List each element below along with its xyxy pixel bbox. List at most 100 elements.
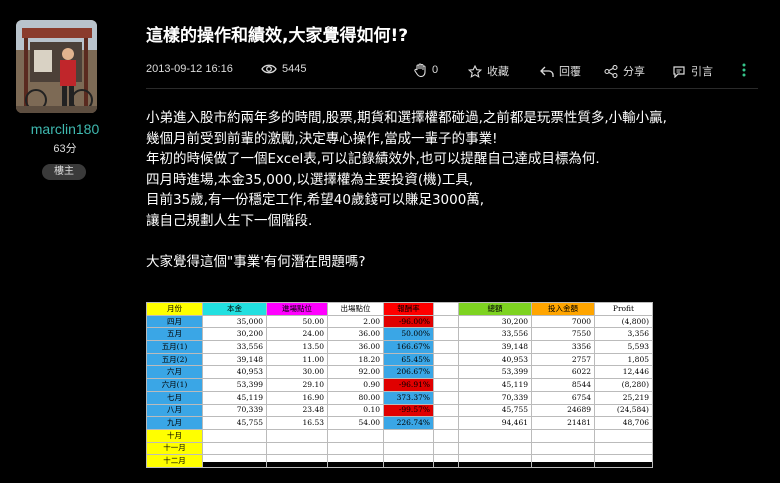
exit-price-cell: 80.00: [327, 390, 384, 405]
author-panel: marclin180 63分 樓主: [0, 0, 130, 483]
table-row: 六月(1) 53,399 29.10 0.90 -96.91% 45,119 8544 (8,…: [146, 378, 653, 392]
table-row: 十二月: [146, 454, 653, 468]
total-cell: 30,200: [458, 314, 532, 329]
profit-cell: 1,805: [594, 352, 653, 367]
avatar-photo: [16, 20, 97, 113]
share-icon: [604, 64, 618, 78]
profit-cell: (8,280): [594, 378, 653, 392]
table-row: 六月 40,953 30.00 92.00 206.67% 53,399 6022 12,44…: [146, 365, 653, 380]
entry-price-cell: 13.50: [266, 340, 328, 354]
entry-price-cell: [266, 454, 328, 468]
exit-price-cell: 18.20: [327, 352, 384, 367]
post-body-line: 幾個月前受到前輩的激勵,決定專心操作,當成一輩子的事業!: [146, 130, 498, 147]
quote-button[interactable]: 引言: [672, 63, 713, 79]
table-row: 五月(1) 33,556 13.50 36.00 166.67% 39,148 3356 5,…: [146, 340, 653, 354]
views-count: 5445: [261, 63, 306, 75]
table-body: 四月 35,000 50.00 2.00 -96.00% 30,200 7000 (4,800…: [146, 314, 653, 468]
performance-table: 月份 本金 進場點位 出場點位 報酬率 總額 投入金額 Profit 四月 35,000 50.0…: [146, 302, 653, 468]
spacer-cell: [433, 441, 459, 456]
entry-price-cell: 29.10: [266, 378, 328, 392]
table-row: 七月 45,119 16.90 80.00 373.37% 70,339 6754 25,21…: [146, 390, 653, 405]
profit-cell: (4,800): [594, 314, 653, 329]
return-rate-cell: 373.37%: [383, 390, 434, 405]
month-cell: 五月(2): [146, 352, 203, 367]
spacer-cell: [433, 428, 459, 443]
header-divider: [146, 88, 758, 89]
post-date: 2013-09-12 16:16: [146, 63, 233, 75]
quote-icon: [673, 65, 685, 78]
spacer-cell: [433, 416, 459, 430]
exit-price-cell: 54.00: [327, 416, 384, 430]
principal-cell: 53,399: [202, 378, 267, 392]
favorite-button[interactable]: 收藏: [468, 63, 509, 79]
reply-button[interactable]: 回覆: [540, 63, 581, 79]
principal-cell: 45,755: [202, 416, 267, 430]
principal-cell: 40,953: [202, 365, 267, 380]
op-badge: 樓主: [42, 164, 86, 180]
profit-cell: [594, 441, 653, 456]
principal-cell: [202, 441, 267, 456]
profit-cell: 25,219: [594, 390, 653, 405]
exit-price-cell: 2.00: [327, 314, 384, 329]
like-button[interactable]: 0: [414, 63, 438, 77]
post-body-line: 四月時進場,本金35,000,以選擇權為主要投資(機)工具,: [146, 171, 474, 188]
investment-cell: 8544: [531, 378, 595, 392]
total-cell: 45,755: [458, 403, 532, 418]
author-score: 63分: [53, 143, 77, 155]
table-header-cell: Profit: [594, 302, 653, 316]
total-cell: 33,556: [458, 327, 532, 342]
month-cell: 十一月: [146, 441, 203, 456]
return-rate-cell: -96.91%: [383, 378, 434, 392]
month-cell: 十月: [146, 428, 203, 443]
profit-cell: 48,706: [594, 416, 653, 430]
total-cell: 70,339: [458, 390, 532, 405]
table-row: 四月 35,000 50.00 2.00 -96.00% 30,200 7000 (4,800…: [146, 314, 653, 329]
share-button[interactable]: 分享: [604, 63, 645, 79]
avatar[interactable]: [16, 20, 97, 113]
total-cell: [458, 441, 532, 456]
reply-label: 回覆: [559, 66, 581, 78]
entry-price-cell: 16.90: [266, 390, 328, 405]
more-menu-button[interactable]: [742, 63, 746, 77]
month-cell: 六月: [146, 365, 203, 380]
principal-cell: 70,339: [202, 403, 267, 418]
exit-price-cell: 0.90: [327, 378, 384, 392]
exit-price-cell: [327, 428, 384, 443]
share-label: 分享: [623, 66, 645, 78]
profit-cell: 12,446: [594, 365, 653, 380]
views-value: 5445: [282, 63, 307, 75]
investment-cell: 3356: [531, 340, 595, 354]
month-cell: 五月: [146, 327, 203, 342]
table-header-cell: [433, 302, 459, 316]
month-cell: 六月(1): [146, 378, 203, 392]
investment-cell: [531, 441, 595, 456]
principal-cell: 30,200: [202, 327, 267, 342]
month-cell: 五月(1): [146, 340, 203, 354]
profit-cell: 5,593: [594, 340, 653, 354]
principal-cell: 33,556: [202, 340, 267, 354]
return-rate-cell: 206.67%: [383, 365, 434, 380]
exit-price-cell: 92.00: [327, 365, 384, 380]
post-question: 大家覺得這個"事業'有何潛在問題嗎?: [146, 254, 366, 271]
bookmark-icon: [468, 64, 482, 78]
return-rate-cell: 65.45%: [383, 352, 434, 367]
total-cell: 94,461: [458, 416, 532, 430]
entry-price-cell: 24.00: [266, 327, 328, 342]
spacer-cell: [433, 390, 459, 405]
post-title: 這樣的操作和績效,大家覺得如何!?: [146, 26, 409, 46]
table-row: 九月 45,755 16.53 54.00 226.74% 94,461 21481 48,7…: [146, 416, 653, 430]
exit-price-cell: [327, 441, 384, 456]
principal-cell: [202, 428, 267, 443]
return-rate-cell: [383, 428, 434, 443]
favorite-label: 收藏: [487, 66, 509, 78]
likes-value: 0: [432, 64, 439, 76]
table-row: 五月(2) 39,148 11.00 18.20 65.45% 40,953 2757 1,8…: [146, 352, 653, 367]
kebab-menu-icon: [742, 63, 746, 77]
table-header-cell: 出場點位: [327, 302, 384, 316]
hand-icon: [414, 63, 426, 77]
investment-cell: 7000: [531, 314, 595, 329]
spacer-cell: [433, 454, 459, 468]
investment-cell: [531, 454, 595, 468]
author-username[interactable]: marclin180: [0, 121, 130, 137]
table-header-cell: 投入金額: [531, 302, 595, 316]
